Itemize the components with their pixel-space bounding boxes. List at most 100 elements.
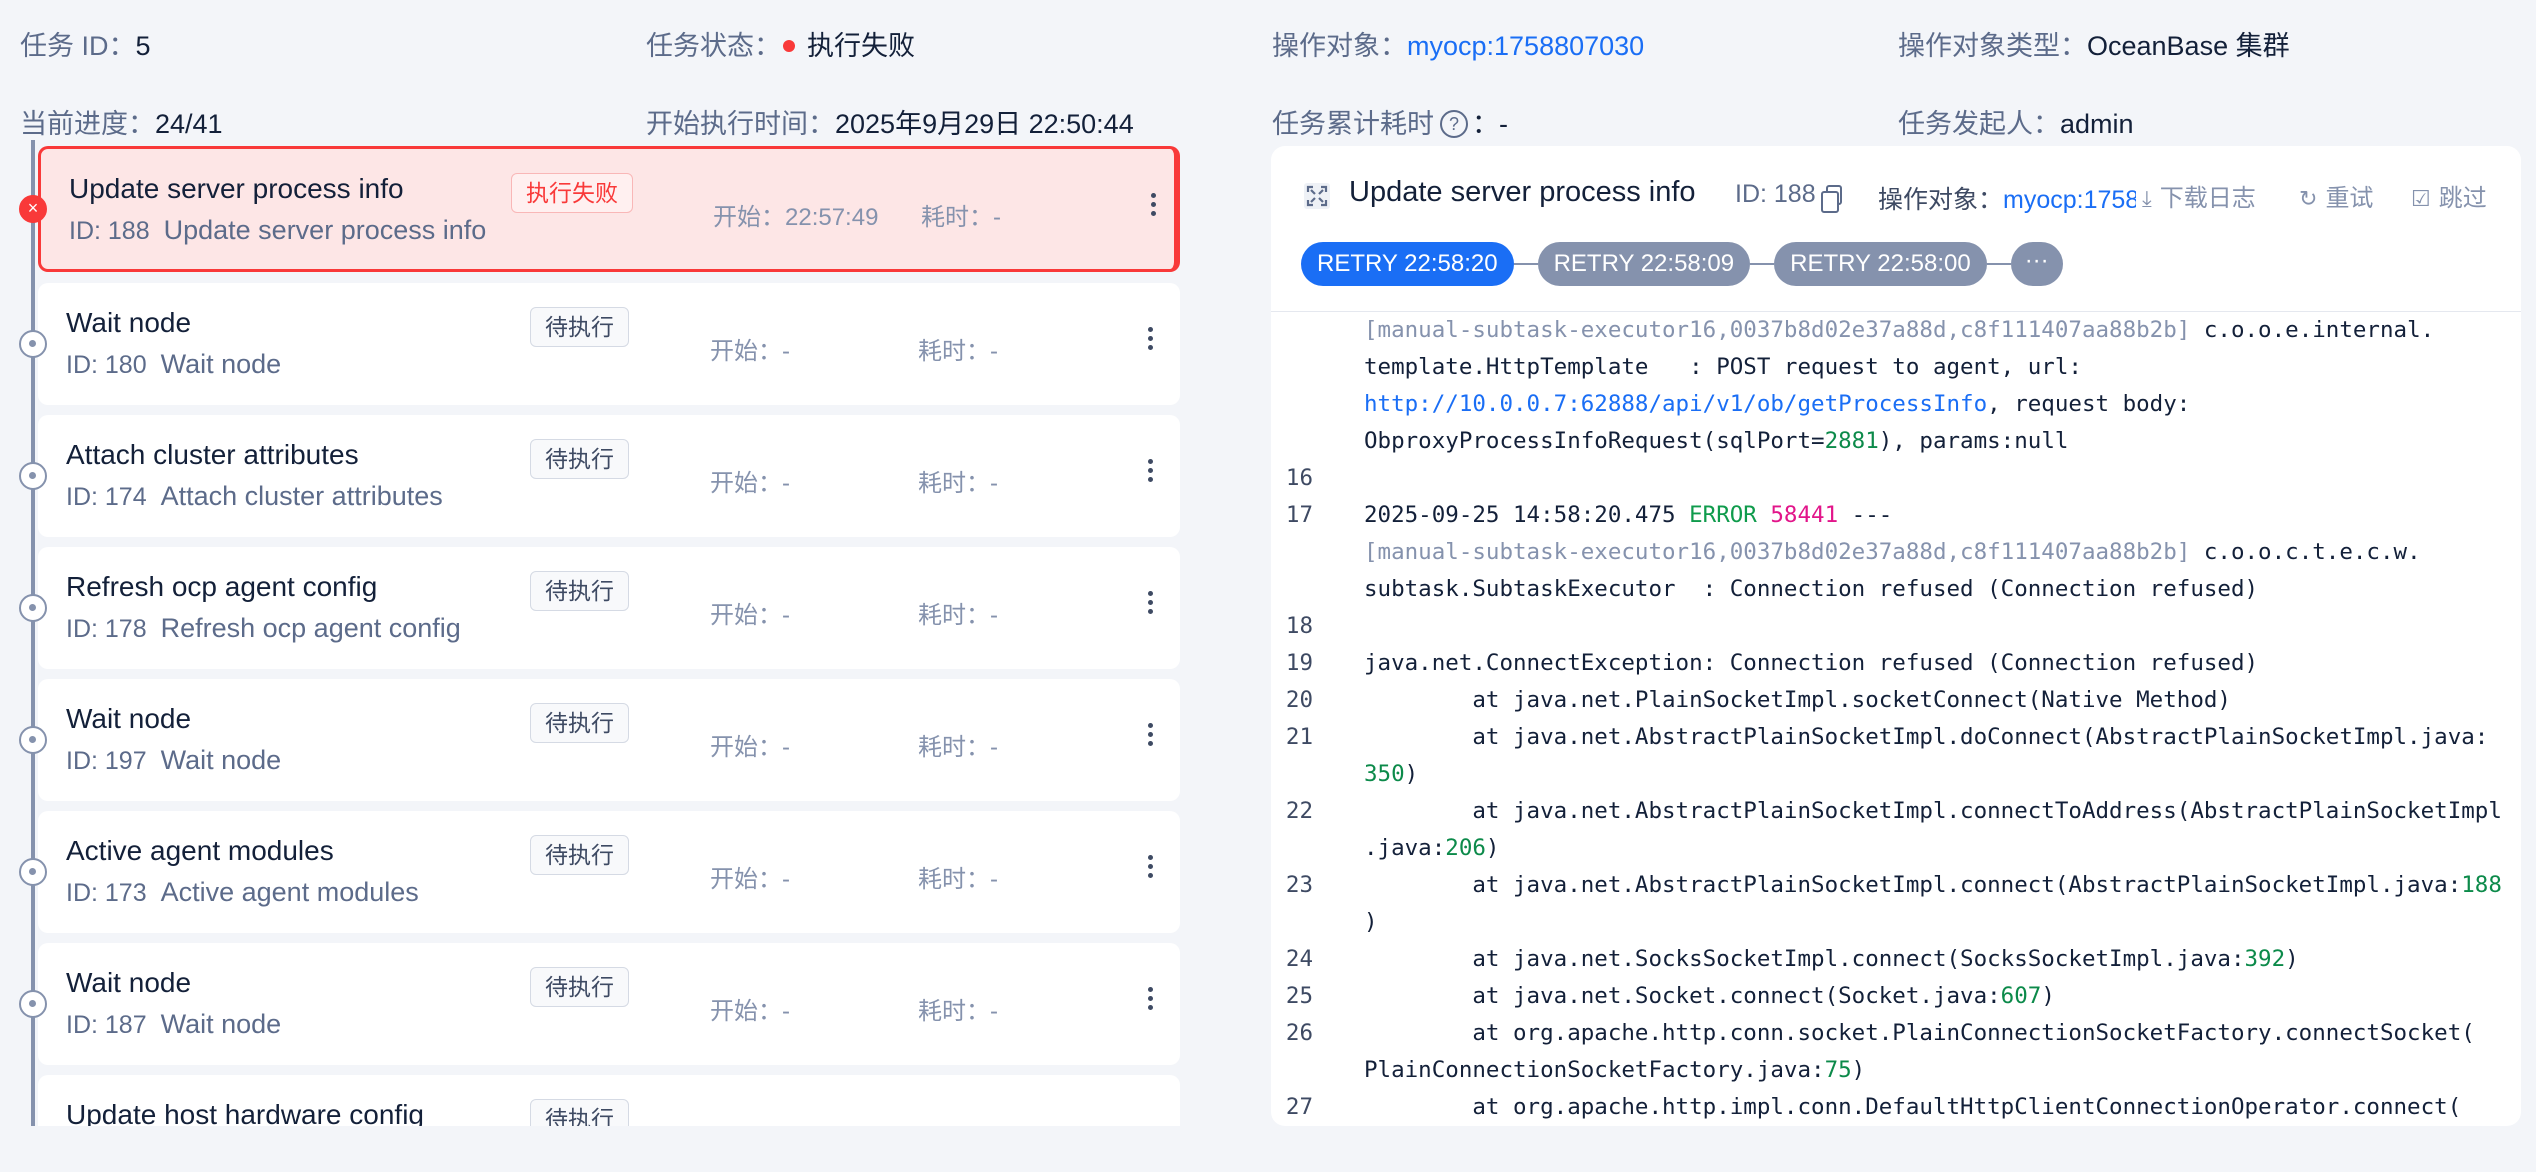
retry-connector: [1986, 263, 2011, 265]
subtask-name: Refresh ocp agent config: [160, 613, 461, 643]
subtask-name: Wait node: [160, 1009, 282, 1039]
skip-label: 跳过: [2438, 185, 2487, 212]
more-menu-icon[interactable]: [1143, 189, 1163, 229]
subtask-subtitle: ID: 197 Wait node: [66, 745, 281, 776]
download-log-label: 下载日志: [2159, 185, 2256, 212]
subtask-card[interactable]: Wait node ID: 197 Wait node 待执行 开始：- 耗时：-: [38, 679, 1180, 801]
retry-more-button[interactable]: ···: [2010, 242, 2063, 286]
pending-node-icon: [19, 594, 47, 622]
status-dot-icon: [783, 40, 795, 52]
subtask-card[interactable]: Update host hardware config 待执行: [38, 1075, 1180, 1126]
log-url-link[interactable]: http://10.0.0.7:62888/api/v1/ob/getProce…: [1364, 391, 1987, 417]
start-time-field: 开始执行时间： 2025年9月29日 22:50:44: [646, 106, 1134, 142]
copy-icon[interactable]: [1820, 184, 1842, 213]
retry-connector: [1513, 263, 1538, 265]
subtask-card[interactable]: Wait node ID: 187 Wait node 待执行 开始：- 耗时：-: [38, 943, 1180, 1065]
subtask-name: Update server process info: [163, 215, 487, 245]
target-label: 操作对象：: [1272, 31, 1407, 61]
task-id-field: 任务 ID： 5: [20, 28, 151, 64]
detail-id: ID: 188: [1735, 180, 1842, 213]
subtask-card[interactable]: Update server process info ID: 188 Update…: [38, 146, 1180, 272]
subtask-subtitle: ID: 173 Active agent modules: [66, 877, 419, 908]
log-viewer[interactable]: [manual-subtask-executor16,0037b8d02e37a…: [1271, 312, 2521, 1126]
subtask-list[interactable]: Update server process info ID: 188 Update…: [0, 140, 1200, 1126]
subtask-subtitle: ID: 188 Update server process info: [69, 215, 486, 246]
pending-node-icon: [19, 858, 47, 886]
subtask-cost: 耗时：-: [918, 338, 998, 365]
download-log-button[interactable]: ⤓ 下载日志: [2136, 178, 2256, 213]
retry-pill-active[interactable]: RETRY 22:58:20: [1301, 242, 1514, 286]
more-menu-icon[interactable]: [1140, 323, 1160, 363]
target-type-value: OceanBase 集群: [2087, 31, 2290, 61]
progress-field: 当前进度： 24/41: [20, 106, 223, 142]
subtask-start: 开始：-: [710, 998, 790, 1025]
status-tag: 待执行: [530, 307, 629, 347]
progress-value: 24/41: [155, 109, 223, 139]
task-id-label: 任务 ID：: [20, 31, 136, 61]
subtask-name: Active agent modules: [160, 877, 419, 907]
elapsed-label: 任务累计耗时: [1272, 109, 1434, 139]
subtask-cost: 耗时：-: [918, 998, 998, 1025]
subtask-title: Wait node: [66, 703, 192, 734]
retry-label: 重试: [2325, 185, 2374, 212]
status-tag: 待执行: [530, 703, 629, 743]
target-link[interactable]: myocp:1758807030: [1407, 28, 1644, 64]
status-tag: 待执行: [530, 439, 629, 479]
subtask-title: Wait node: [66, 307, 192, 338]
subtask-title: Attach cluster attributes: [66, 439, 359, 470]
subtask-name: Attach cluster attributes: [160, 481, 443, 511]
progress-label: 当前进度：: [20, 109, 155, 139]
subtask-start: 开始：22:57:49: [713, 204, 879, 231]
subtask-id: ID: 180: [66, 351, 147, 379]
subtask-cost: 耗时：-: [918, 470, 998, 497]
subtask-name: Wait node: [160, 349, 282, 379]
skip-button[interactable]: ☑ 跳过: [2405, 178, 2487, 213]
task-id-value: 5: [135, 31, 151, 61]
subtask-card[interactable]: Wait node ID: 180 Wait node 待执行 开始：- 耗时：-: [38, 283, 1180, 405]
retry-icon: ↻: [2299, 186, 2318, 211]
pending-node-icon: [19, 462, 47, 490]
retry-pill[interactable]: RETRY 22:58:09: [1537, 242, 1751, 286]
more-menu-icon[interactable]: [1140, 983, 1160, 1023]
more-menu-icon[interactable]: [1140, 719, 1160, 759]
more-menu-icon[interactable]: [1140, 587, 1160, 627]
detail-id-value: ID: 188: [1735, 180, 1816, 208]
start-time-value: 2025年9月29日 22:50:44: [835, 109, 1134, 139]
retry-pill[interactable]: RETRY 22:58:00: [1774, 242, 1987, 286]
subtask-title: Active agent modules: [66, 835, 334, 866]
more-menu-icon[interactable]: [1140, 455, 1160, 495]
help-icon[interactable]: ?: [1440, 110, 1468, 138]
subtask-id: ID: 173: [66, 879, 147, 907]
subtask-name: Wait node: [160, 745, 282, 775]
subtask-cost: 耗时：-: [918, 734, 998, 761]
retry-connector: [1750, 263, 1775, 265]
elapsed-field: 任务累计耗时 ? ：-: [1272, 106, 1508, 142]
initiator-value: admin: [2060, 109, 2134, 139]
target-type-label: 操作对象类型：: [1898, 31, 2087, 61]
status-tag-failed: 执行失败: [511, 173, 633, 213]
detail-header: Update server process info ID: 188 操作对象：…: [1271, 146, 2521, 312]
subtask-subtitle: ID: 174 Attach cluster attributes: [66, 481, 443, 512]
subtask-id: ID: 187: [66, 1011, 147, 1039]
subtask-card[interactable]: Refresh ocp agent config ID: 178 Refresh …: [38, 547, 1180, 669]
retry-button[interactable]: ↻ 重试: [2293, 178, 2374, 213]
subtask-cost: 耗时：-: [918, 866, 998, 893]
subtask-id: ID: 188: [69, 217, 150, 245]
download-icon: ⤓: [2142, 186, 2152, 211]
pending-node-icon: [19, 990, 47, 1018]
retry-history: RETRY 22:58:20 RETRY 22:58:09 RETRY 22:5…: [1301, 242, 2063, 286]
task-status-field: 任务状态： 执行失败: [646, 28, 915, 64]
status-tag: 待执行: [530, 835, 629, 875]
subtask-card[interactable]: Attach cluster attributes ID: 174 Attach …: [38, 415, 1180, 537]
expand-icon[interactable]: [1303, 182, 1331, 210]
subtask-subtitle: ID: 187 Wait node: [66, 1009, 281, 1040]
more-menu-icon[interactable]: [1140, 851, 1160, 891]
subtask-cost: 耗时：-: [918, 602, 998, 629]
timeline-line: [31, 140, 35, 1126]
pending-node-icon: [19, 726, 47, 754]
subtask-card[interactable]: Active agent modules ID: 173 Active agent…: [38, 811, 1180, 933]
subtask-detail-panel: Update server process info ID: 188 操作对象：…: [1271, 146, 2521, 1126]
detail-title: Update server process info: [1349, 176, 1696, 208]
subtask-id: ID: 174: [66, 483, 147, 511]
initiator-label: 任务发起人：: [1898, 109, 2060, 139]
